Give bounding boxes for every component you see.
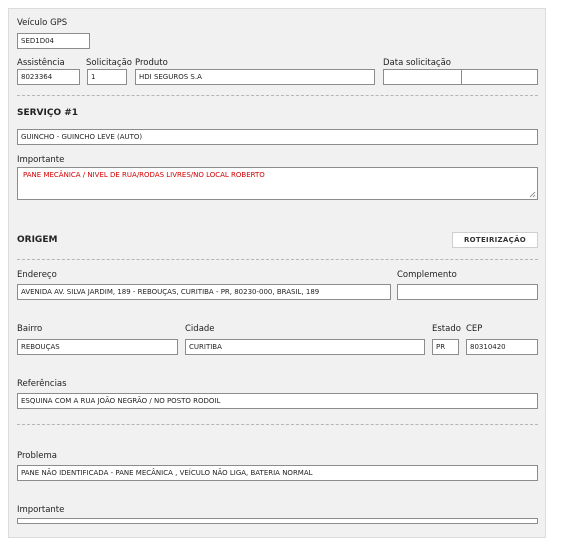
roteirizacao-button[interactable]: ROTEIRIZAÇÃO bbox=[452, 232, 538, 248]
endereco-label: Endereço bbox=[17, 270, 57, 280]
referencias-label: Referências bbox=[17, 379, 67, 389]
origem-title: ORIGEM bbox=[17, 235, 58, 245]
solicitacao-label: Solicitação bbox=[86, 58, 132, 68]
cidade-input[interactable]: CURITIBA bbox=[185, 339, 425, 355]
servico-importante-label: Importante bbox=[17, 155, 65, 165]
solicitacao-input[interactable]: 1 bbox=[87, 69, 127, 85]
produto-input[interactable]: HDI SEGUROS S.A bbox=[135, 69, 375, 85]
problema-input[interactable]: PANE NÃO IDENTIFICADA - PANE MECÂNICA , … bbox=[17, 465, 538, 481]
data-solicitacao-time-input[interactable] bbox=[461, 69, 538, 85]
complemento-label: Complemento bbox=[397, 270, 457, 280]
divider bbox=[17, 424, 538, 425]
bairro-label: Bairro bbox=[17, 324, 43, 334]
problema-importante-textarea[interactable] bbox=[17, 518, 538, 524]
resize-grip-icon[interactable] bbox=[529, 191, 536, 198]
complemento-input[interactable] bbox=[397, 284, 538, 300]
servico-input[interactable]: GUINCHO - GUINCHO LEVE (AUTO) bbox=[17, 129, 538, 145]
cep-label: CEP bbox=[466, 324, 483, 334]
cep-input[interactable]: 80310420 bbox=[466, 339, 538, 355]
veiculo-gps-input[interactable]: SED1D04 bbox=[17, 33, 90, 49]
assistencia-label: Assistência bbox=[17, 58, 65, 68]
cidade-label: Cidade bbox=[185, 324, 215, 334]
problema-importante-label: Importante bbox=[17, 505, 65, 515]
estado-label: Estado bbox=[432, 324, 461, 334]
data-solicitacao-label: Data solicitação bbox=[383, 58, 452, 68]
servico-title: SERVIÇO #1 bbox=[17, 108, 79, 118]
referencias-input[interactable]: ESQUINA COM A RUA JOÃO NEGRÃO / NO POSTO… bbox=[17, 393, 538, 409]
estado-input[interactable]: PR bbox=[432, 339, 459, 355]
data-solicitacao-date-input[interactable] bbox=[383, 69, 462, 85]
assistencia-input[interactable]: 8023364 bbox=[17, 69, 80, 85]
bairro-input[interactable]: REBOUÇAS bbox=[17, 339, 178, 355]
servico-importante-text: PANE MECÂNICA / NIVEL DE RUA/RODAS LIVRE… bbox=[23, 171, 265, 179]
divider bbox=[17, 95, 538, 96]
produto-label: Produto bbox=[135, 58, 168, 68]
problema-label: Problema bbox=[17, 451, 57, 461]
veiculo-gps-label: Veículo GPS bbox=[17, 18, 68, 28]
form-panel bbox=[8, 8, 546, 538]
servico-importante-textarea[interactable]: PANE MECÂNICA / NIVEL DE RUA/RODAS LIVRE… bbox=[17, 167, 538, 200]
endereco-input[interactable]: AVENIDA AV. SILVA JARDIM, 189 - REBOUÇAS… bbox=[17, 284, 391, 300]
divider bbox=[17, 259, 538, 260]
